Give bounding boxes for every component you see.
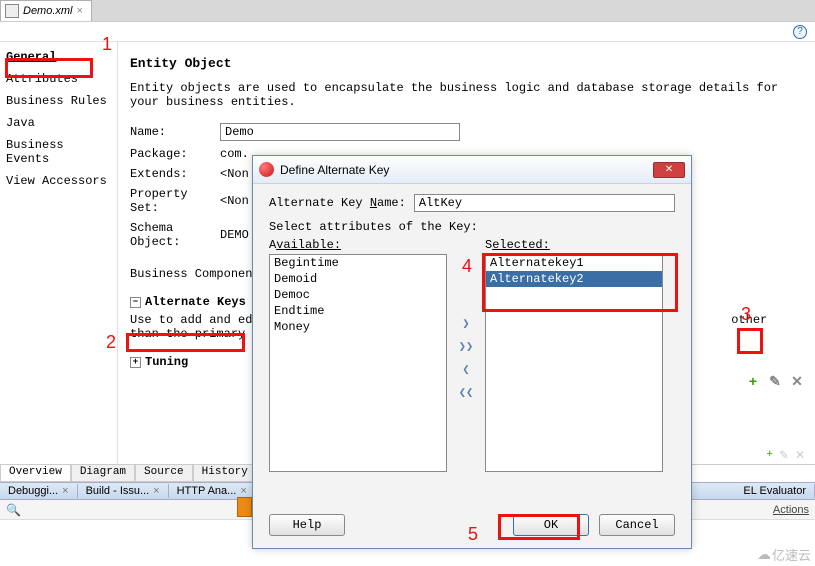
close-icon[interactable]: × — [77, 5, 83, 17]
edit-icon[interactable]: ✎ — [767, 374, 783, 390]
move-left-icon[interactable]: ❮ — [457, 362, 475, 377]
close-icon[interactable]: × — [62, 485, 68, 497]
status-indicator — [237, 497, 252, 517]
alt-key-name-input[interactable] — [414, 194, 675, 212]
list-item[interactable]: Money — [270, 319, 446, 335]
file-tab-demo[interactable]: Demo.xml × — [0, 0, 92, 21]
cloud-icon: ☁ — [757, 546, 770, 563]
alt-key-name-label: Alternate Key Name: — [269, 196, 406, 210]
file-tab-bar: Demo.xml × — [0, 0, 815, 22]
package-label: Package: — [130, 147, 220, 161]
sidenav-attributes[interactable]: Attributes — [0, 68, 117, 90]
tab-overview[interactable]: Overview — [0, 465, 71, 482]
select-attributes-label: Select attributes of the Key: — [269, 220, 675, 234]
xml-file-icon — [5, 4, 19, 18]
dialog-title-text: Define Alternate Key — [280, 163, 389, 177]
list-item[interactable]: Alternatekey2 — [486, 271, 662, 287]
extends-label: Extends: — [130, 167, 220, 181]
panel-build[interactable]: Build - Issu...× — [78, 484, 169, 498]
list-item[interactable]: Alternatekey1 — [486, 255, 662, 271]
side-nav: General Attributes Business Rules Java B… — [0, 42, 118, 464]
propset-label: Property Set: — [130, 187, 220, 215]
page-description: Entity objects are used to encapsulate t… — [130, 81, 803, 109]
oracle-icon — [259, 162, 274, 177]
selected-label: Selected: — [485, 238, 663, 252]
window-close-button[interactable]: ✕ — [653, 162, 685, 178]
shuttle-lists: Available: Begintime Demoid Democ Endtim… — [269, 238, 675, 478]
page-title: Entity Object — [130, 56, 803, 71]
edit-icon-2[interactable]: ✎ — [779, 448, 789, 462]
available-label: Available: — [269, 238, 447, 252]
move-all-left-icon[interactable]: ❮❮ — [457, 385, 475, 400]
tab-history[interactable]: History — [193, 465, 257, 482]
sidenav-general[interactable]: General — [0, 46, 117, 68]
tab-diagram[interactable]: Diagram — [71, 465, 135, 482]
alternate-keys-header: Alternate Keys — [145, 295, 246, 309]
cancel-button[interactable]: Cancel — [599, 514, 675, 536]
close-icon[interactable]: × — [153, 485, 159, 497]
propset-value: <Non — [220, 194, 249, 208]
sidenav-business-rules[interactable]: Business Rules — [0, 90, 117, 112]
tab-source[interactable]: Source — [135, 465, 193, 482]
package-value: com. — [220, 147, 249, 161]
schema-label: Schema Object: — [130, 221, 220, 249]
panel-el-evaluator[interactable]: EL Evaluator — [735, 484, 815, 498]
dialog-body: Alternate Key Name: Select attributes of… — [253, 184, 691, 506]
panel-debugging[interactable]: Debuggi...× — [0, 484, 78, 498]
name-input[interactable] — [220, 123, 460, 141]
dialog-titlebar[interactable]: Define Alternate Key ✕ — [253, 156, 691, 184]
actions-link[interactable]: Actions — [773, 504, 809, 516]
move-right-icon[interactable]: ❯ — [457, 316, 475, 331]
collapse-icon[interactable]: − — [130, 297, 141, 308]
list-item[interactable]: Demoid — [270, 271, 446, 287]
extends-value: <Non — [220, 167, 249, 181]
available-list[interactable]: Begintime Demoid Democ Endtime Money — [269, 254, 447, 472]
schema-value: DEMO — [220, 228, 249, 242]
list-item[interactable]: Begintime — [270, 255, 446, 271]
move-all-right-icon[interactable]: ❯❯ — [457, 339, 475, 354]
secondary-toolbar: + ✎ ✕ — [766, 448, 805, 462]
name-label: Name: — [130, 125, 220, 139]
editor-help-row: ? — [0, 22, 815, 42]
panel-http[interactable]: HTTP Ana...× — [169, 484, 256, 498]
file-tab-label: Demo.xml — [23, 5, 73, 17]
delete-icon[interactable]: ✕ — [789, 374, 805, 390]
bc-label: Business Components — [130, 267, 267, 281]
selected-list[interactable]: Alternatekey1 Alternatekey2 — [485, 254, 663, 472]
dialog-buttons: Help OK Cancel — [253, 506, 691, 548]
tuning-header: Tuning — [145, 355, 188, 369]
list-item[interactable]: Democ — [270, 287, 446, 303]
shuttle-buttons: ❯ ❯❯ ❮ ❮❮ — [455, 238, 477, 478]
add-icon[interactable]: + — [745, 374, 761, 390]
close-icon[interactable]: × — [240, 485, 246, 497]
ok-button[interactable]: OK — [513, 514, 589, 536]
sidenav-java[interactable]: Java — [0, 112, 117, 134]
add-icon-2[interactable]: + — [766, 448, 772, 462]
sidenav-view-accessors[interactable]: View Accessors — [0, 170, 117, 192]
expand-icon[interactable]: + — [130, 357, 141, 368]
help-button[interactable]: Help — [269, 514, 345, 536]
delete-icon-2[interactable]: ✕ — [795, 448, 805, 462]
search-icon[interactable]: 🔍 — [6, 503, 21, 517]
sidenav-business-events[interactable]: Business Events — [0, 134, 117, 170]
define-alternate-key-dialog: Define Alternate Key ✕ Alternate Key Nam… — [252, 155, 692, 549]
list-item[interactable]: Endtime — [270, 303, 446, 319]
watermark: ☁ 亿速云 — [757, 545, 811, 564]
alt-keys-toolbar: + ✎ ✕ — [745, 374, 805, 390]
help-icon[interactable]: ? — [793, 25, 807, 39]
